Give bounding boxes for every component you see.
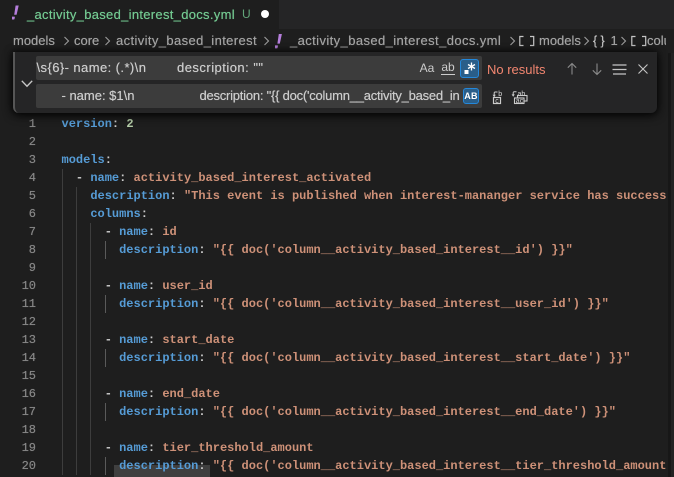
svg-text:c: c (495, 98, 499, 105)
svg-text:ab: ab (518, 91, 526, 98)
svg-text:ac: ac (516, 98, 524, 105)
